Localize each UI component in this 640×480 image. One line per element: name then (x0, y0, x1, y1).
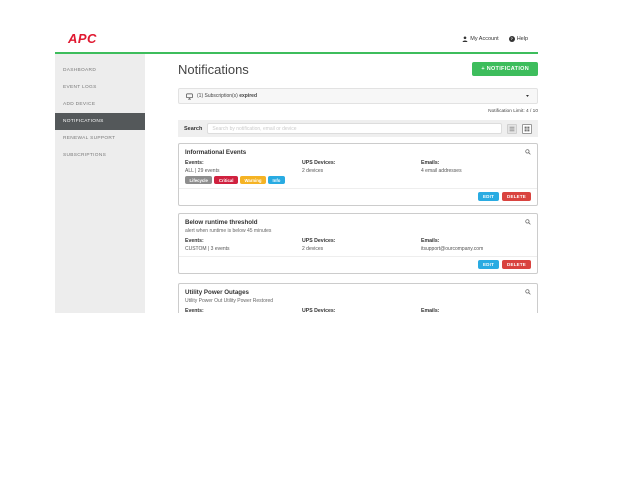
card-title: Utility Power Outages (185, 289, 531, 296)
event-badges: Lifecycle Critical Warning Info (185, 176, 302, 184)
top-header: APC My Account ? Help (55, 25, 538, 52)
sidebar: DASHBOARD EVENT LOGS ADD DEVICE NOTIFICA… (55, 54, 145, 313)
emails-label: Emails: (421, 160, 531, 166)
notification-card-informational-events: Informational Events Events: ALL | 29 ev… (178, 143, 538, 206)
sidebar-item-dashboard[interactable]: DASHBOARD (55, 62, 145, 79)
card-title: Informational Events (185, 149, 531, 156)
ups-devices-value: 2 devices (302, 168, 421, 174)
sidebar-item-notifications[interactable]: NOTIFICATIONS (55, 113, 145, 130)
magnifier-icon[interactable] (525, 219, 531, 225)
emails-label: Emails: (421, 308, 531, 313)
edit-button[interactable]: EDIT (478, 192, 499, 201)
badge-lifecycle: Lifecycle (185, 176, 212, 184)
app-window: APC My Account ? Help DASHBOARD EVENT LO… (55, 25, 538, 313)
list-view-icon[interactable] (507, 124, 517, 134)
card-title: Below runtime threshold (185, 219, 531, 226)
badge-info: Info (268, 176, 285, 184)
monitor-icon (186, 93, 193, 100)
events-value: CUSTOM | 3 events (185, 246, 302, 252)
search-input[interactable] (207, 123, 502, 134)
delete-button[interactable]: DELETE (502, 192, 531, 201)
chevron-down-icon[interactable]: ▼ (525, 94, 530, 98)
page-title: Notifications (178, 62, 249, 77)
notification-limit: Notification Limit: 4 / 10 (178, 109, 538, 116)
banner-status: expired (239, 93, 257, 99)
main-content: Notifications + NOTIFICATION (1) Subscri… (178, 54, 538, 313)
sidebar-item-event-logs[interactable]: EVENT LOGS (55, 79, 145, 96)
ups-devices-label: UPS Devices: (302, 238, 421, 244)
events-value: ALL | 29 events (185, 168, 302, 174)
search-bar: Search (178, 120, 538, 137)
sidebar-item-renewal-support[interactable]: RENEWAL SUPPORT (55, 130, 145, 147)
my-account-label: My Account (470, 36, 498, 42)
user-icon (462, 36, 468, 42)
notification-card-below-runtime-threshold: Below runtime threshold alert when runti… (178, 213, 538, 274)
emails-value: 4 email addresses (421, 168, 531, 174)
help-icon: ? (509, 36, 515, 42)
emails-value: itsupport@ourcompany.com (421, 246, 531, 252)
card-subtitle: Utility Power Out Utility Power Restored (185, 298, 531, 304)
notification-card-utility-power-outages: Utility Power Outages Utility Power Out … (178, 283, 538, 313)
events-label: Events: (185, 238, 302, 244)
ups-devices-label: UPS Devices: (302, 160, 421, 166)
grid-view-icon[interactable] (522, 124, 532, 134)
my-account-link[interactable]: My Account (462, 36, 498, 42)
edit-button[interactable]: EDIT (478, 260, 499, 269)
ups-devices-label: UPS Devices: (302, 308, 421, 313)
events-label: Events: (185, 160, 302, 166)
magnifier-icon[interactable] (525, 149, 531, 155)
emails-label: Emails: (421, 238, 531, 244)
apc-logo: APC (68, 31, 97, 46)
sidebar-item-subscriptions[interactable]: SUBSCRIPTIONS (55, 147, 145, 164)
sidebar-item-add-device[interactable]: ADD DEVICE (55, 96, 145, 113)
new-notification-button[interactable]: + NOTIFICATION (472, 62, 538, 76)
banner-text: (1) Subscription(s) expired (197, 93, 257, 99)
search-label: Search (184, 126, 202, 132)
magnifier-icon[interactable] (525, 289, 531, 295)
subscription-expired-banner[interactable]: (1) Subscription(s) expired ▼ (178, 88, 538, 104)
card-subtitle: alert when runtime is below 45 minutes (185, 228, 531, 234)
events-label: Events: (185, 308, 302, 313)
badge-critical: Critical (214, 176, 238, 184)
ups-devices-value: 2 devices (302, 246, 421, 252)
help-link[interactable]: ? Help (509, 36, 528, 42)
help-label: Help (517, 36, 528, 42)
delete-button[interactable]: DELETE (502, 260, 531, 269)
badge-warning: Warning (240, 176, 266, 184)
